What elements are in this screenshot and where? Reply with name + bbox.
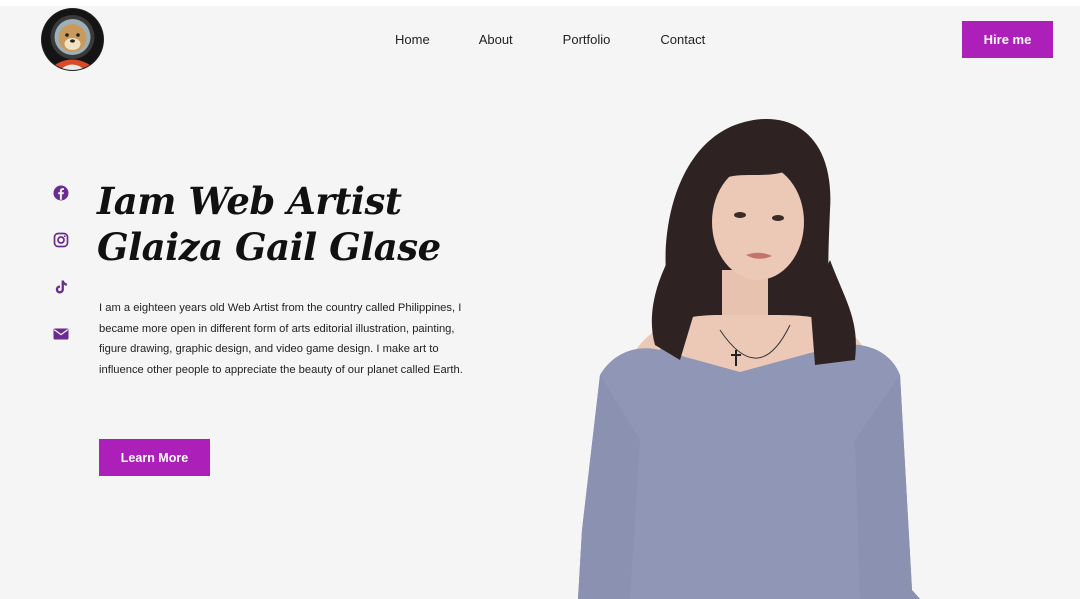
top-strip	[0, 0, 1080, 6]
hero-heading-line-1: Iam Web Artist	[97, 179, 402, 223]
nav-home[interactable]: Home	[395, 30, 430, 50]
instagram-icon[interactable]	[52, 231, 70, 249]
social-links	[52, 184, 70, 372]
portrait-image	[578, 118, 920, 599]
learn-more-button[interactable]: Learn More	[99, 439, 210, 476]
main-nav: Home About Portfolio Contact	[395, 30, 705, 50]
astronaut-doge-logo-icon	[42, 9, 103, 70]
hero-heading-line-2: Glaiza Gail Glase	[97, 225, 441, 269]
tiktok-icon[interactable]	[52, 278, 70, 296]
envelope-icon[interactable]	[52, 325, 70, 343]
nav-contact[interactable]: Contact	[660, 30, 705, 50]
logo[interactable]	[42, 9, 103, 70]
nav-about[interactable]: About	[479, 30, 513, 50]
facebook-icon[interactable]	[52, 184, 70, 202]
hire-me-button[interactable]: Hire me	[962, 21, 1053, 58]
hero-description: I am a eighteen years old Web Artist fro…	[99, 302, 463, 376]
landing-page: Home About Portfolio Contact Hire me Iam…	[0, 0, 1080, 599]
hero-heading: Iam Web Artist Glaiza Gail Glase	[97, 178, 477, 270]
nav-portfolio[interactable]: Portfolio	[563, 30, 611, 50]
